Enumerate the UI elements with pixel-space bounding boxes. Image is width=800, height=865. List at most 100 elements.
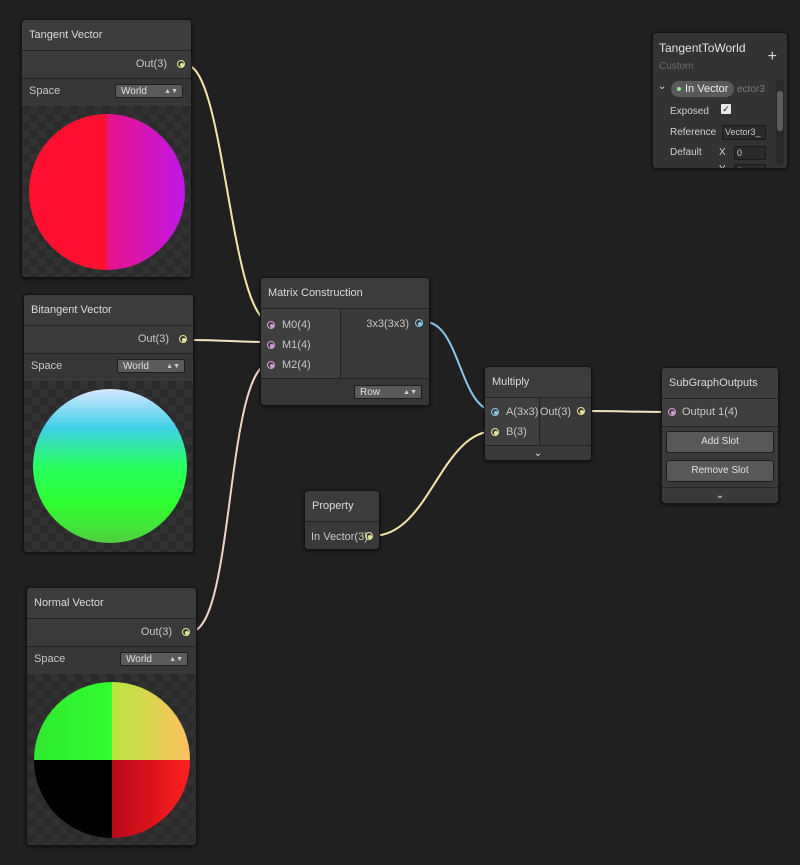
space-value: World [126, 654, 152, 665]
space-row: Space World ▲▼ [22, 79, 191, 103]
bitangent-vector-node[interactable]: Bitangent Vector Out(3) Space World ▲▼ [23, 294, 194, 553]
blackboard-title: TangentToWorld [659, 41, 746, 55]
wire-normal-to-m2[interactable] [189, 362, 272, 633]
blackboard-subtitle: Custom [659, 61, 694, 72]
exposed-label: Exposed [670, 106, 709, 117]
expand-chevron-icon[interactable]: ⌄ [485, 445, 591, 460]
property-dot-icon [677, 87, 681, 91]
output-port[interactable] [177, 60, 185, 68]
property-name: In Vector [685, 83, 729, 95]
reference-field[interactable]: Vector3_ [722, 125, 766, 140]
property-pill[interactable]: In Vector [671, 81, 735, 97]
output-port[interactable] [577, 407, 585, 415]
output-label: Out(3) [135, 58, 167, 70]
output-row: Out(3) [22, 51, 191, 79]
matrix-construction-node[interactable]: Matrix Construction M0(4) M1(4) M2(4) 3x… [260, 277, 430, 406]
output-label: In Vector(3) [311, 531, 368, 543]
dropdown-arrow-icon: ▲▼ [169, 656, 183, 663]
space-label: Space [34, 653, 66, 665]
output-row: Out(3) [27, 619, 196, 647]
normal-vector-node[interactable]: Normal Vector Out(3) Space World ▲▼ [26, 587, 197, 846]
blackboard-panel[interactable]: TangentToWorld Custom + ⌄ In Vector ecto… [652, 32, 788, 169]
scrollbar[interactable] [776, 79, 784, 165]
x-value: 0 [737, 148, 743, 158]
input-row-a: A(3x3) [485, 402, 539, 422]
input-port-m0[interactable] [267, 321, 275, 329]
inputs-column: A(3x3) B(3) [485, 398, 539, 445]
input-port-a[interactable] [491, 408, 499, 416]
input-label: Output 1(4) [682, 406, 738, 418]
input-row-m0: M0(4) [261, 315, 340, 335]
preview-sphere [34, 682, 190, 838]
input-row-m1: M1(4) [261, 335, 340, 355]
subgraph-outputs-node[interactable]: SubGraphOutputs Output 1(4) Add Slot Rem… [661, 367, 779, 504]
x-label: X [719, 147, 726, 158]
collapse-chevron-icon[interactable]: ⌄ [658, 81, 666, 92]
default-label: Default [670, 147, 702, 158]
space-dropdown[interactable]: World ▲▼ [117, 359, 185, 373]
space-label: Space [31, 360, 63, 372]
space-value: World [123, 361, 149, 372]
node-title[interactable]: Property [305, 491, 379, 522]
dropdown-arrow-icon: ▲▼ [164, 88, 178, 95]
y-label: Y [719, 164, 726, 168]
node-title[interactable]: Tangent Vector [22, 20, 191, 51]
space-dropdown[interactable]: World ▲▼ [120, 652, 188, 666]
scrollbar-thumb[interactable] [777, 91, 783, 131]
input-port-m1[interactable] [267, 341, 275, 349]
space-dropdown[interactable]: World ▲▼ [115, 84, 183, 98]
preview-sphere [29, 114, 185, 270]
wire-tangent-to-m0[interactable] [185, 64, 272, 323]
checkmark-icon: ✓ [722, 104, 730, 114]
inputs-column: M0(4) M1(4) M2(4) [261, 309, 340, 378]
input-label: M2(4) [282, 359, 311, 371]
output-label: Out(3) [539, 406, 571, 418]
input-row-output1: Output 1(4) [662, 399, 778, 427]
wire-bitangent-to-m1[interactable] [187, 339, 272, 343]
output-row: In Vector(3) [305, 522, 379, 549]
add-slot-button[interactable]: Add Slot [666, 431, 774, 453]
y-field[interactable]: 0 [734, 164, 766, 168]
input-label: M1(4) [282, 339, 311, 351]
output-port[interactable] [182, 628, 190, 636]
exposed-checkbox[interactable]: ✓ [721, 104, 731, 114]
node-title[interactable]: Multiply [485, 367, 591, 398]
y-value: 0 [737, 166, 742, 168]
expand-chevron-icon[interactable]: ⌄ [662, 487, 778, 503]
output-column: 3x3(3x3) [340, 309, 429, 378]
input-label: M0(4) [282, 319, 311, 331]
node-title[interactable]: Normal Vector [27, 588, 196, 619]
tangent-vector-node[interactable]: Tangent Vector Out(3) Space World ▲▼ [21, 19, 192, 278]
x-field[interactable]: 0 [734, 146, 766, 160]
node-title[interactable]: Matrix Construction [261, 278, 429, 309]
space-value: World [121, 86, 147, 97]
output-port[interactable] [365, 532, 373, 540]
output-column: Out(3) [539, 398, 591, 445]
wire-multiply-to-output[interactable] [584, 410, 673, 413]
preview-area [24, 381, 193, 552]
output-port[interactable] [179, 335, 187, 343]
multiply-node[interactable]: Multiply A(3x3) B(3) Out(3) ⌄ [484, 366, 592, 461]
dropdown-arrow-icon: ▲▼ [403, 389, 417, 396]
input-port-b[interactable] [491, 428, 499, 436]
preview-area [27, 674, 196, 845]
add-property-button[interactable]: + [768, 48, 777, 66]
output-port[interactable] [415, 319, 423, 327]
reference-label: Reference [670, 127, 717, 138]
wire-property-to-multiply-b[interactable] [371, 430, 496, 537]
property-type: ector3 [737, 84, 765, 95]
space-row: Space World ▲▼ [24, 354, 193, 378]
input-row-b: B(3) [485, 422, 539, 442]
dropdown-arrow-icon: ▲▼ [166, 363, 180, 370]
input-port-m2[interactable] [267, 361, 275, 369]
input-label: B(3) [506, 426, 527, 438]
input-port-output1[interactable] [668, 408, 676, 416]
node-title[interactable]: Bitangent Vector [24, 295, 193, 326]
mode-dropdown[interactable]: Row ▲▼ [354, 385, 422, 399]
remove-slot-button[interactable]: Remove Slot [666, 460, 774, 482]
space-row: Space World ▲▼ [27, 647, 196, 671]
input-label: A(3x3) [506, 406, 539, 418]
property-node[interactable]: Property In Vector(3) [304, 490, 380, 550]
node-title[interactable]: SubGraphOutputs [662, 368, 778, 399]
output-label: 3x3(3x3) [366, 318, 409, 330]
